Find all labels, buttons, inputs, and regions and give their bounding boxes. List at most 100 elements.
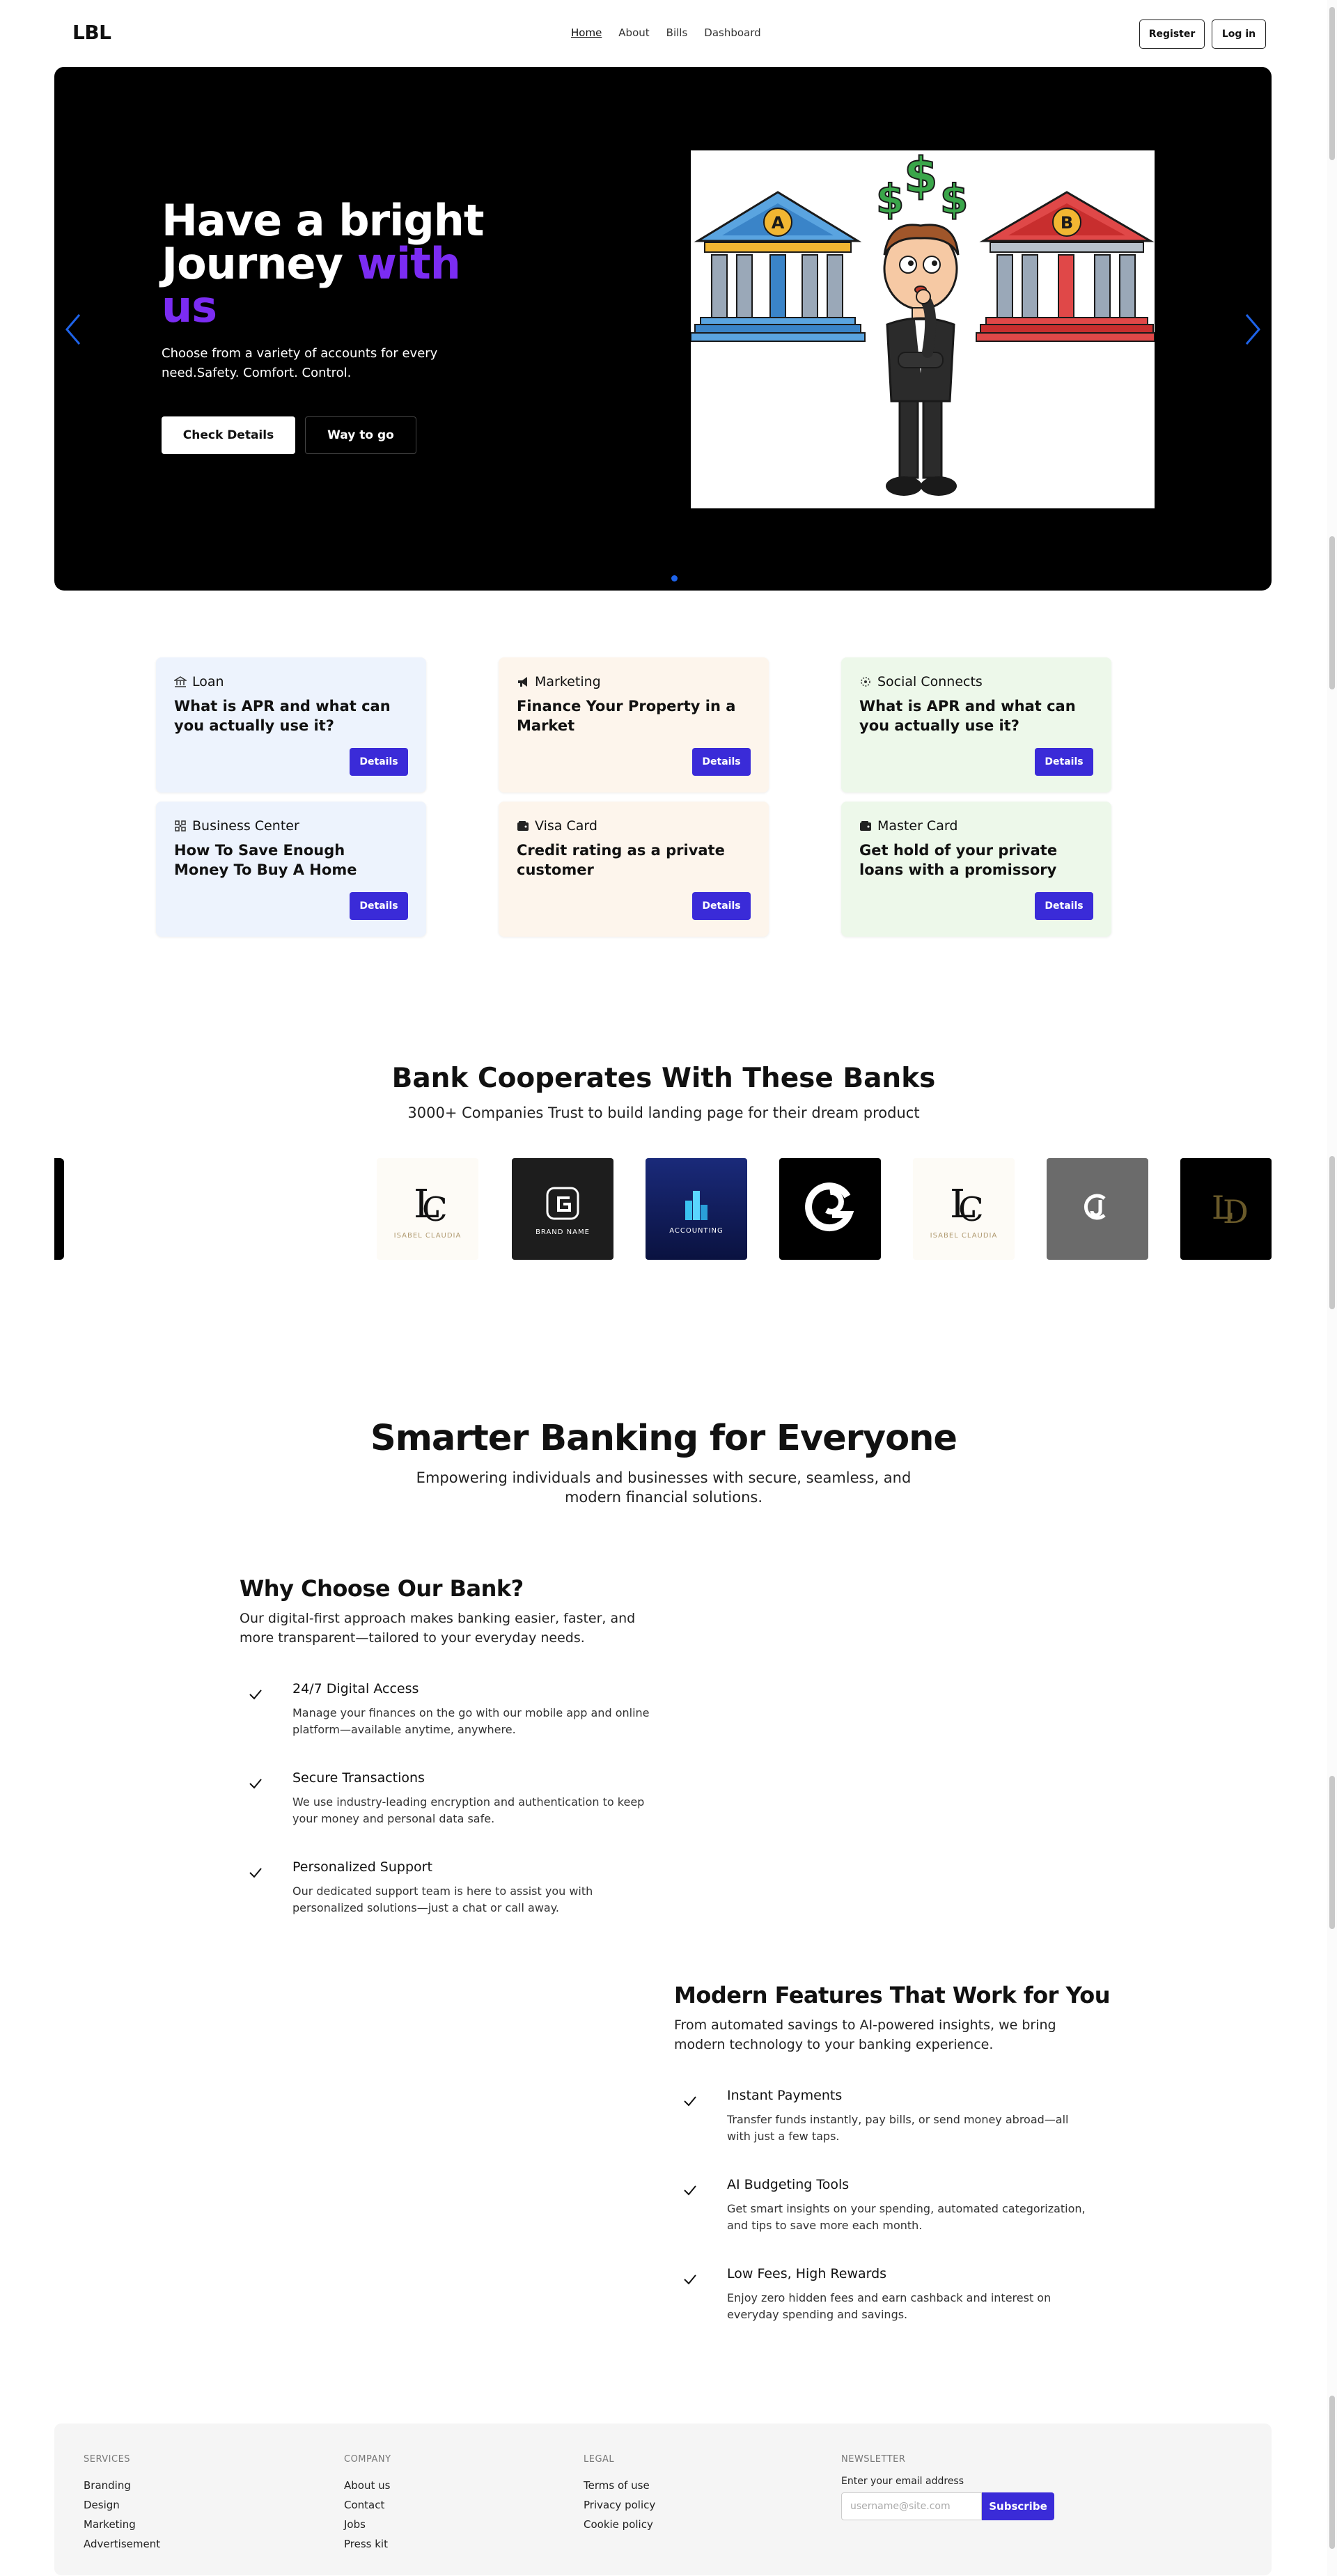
hero-title-highlight-2: us [162, 281, 217, 332]
service-card-master-card: Master Card Get hold of your private loa… [841, 802, 1111, 937]
details-button[interactable]: Details [350, 892, 408, 920]
scrollbar-thumb[interactable] [1329, 7, 1335, 160]
hero-title: Have a bright Journey with us [162, 199, 496, 329]
partner-logo-gs[interactable] [779, 1158, 881, 1260]
why-choose-text: Our digital-first approach makes banking… [240, 1611, 636, 1646]
ic-monogram-icon: LC [950, 1182, 984, 1228]
brand-logo[interactable]: LBL [72, 21, 111, 44]
register-button[interactable]: Register [1139, 19, 1205, 49]
details-button[interactable]: Details [692, 892, 751, 920]
feature-desc: We use industry-leading encryption and a… [292, 1795, 645, 1825]
partner-logo-caption: ISABEL CLAUDIA [393, 1231, 462, 1240]
partner-logo-partial [54, 1158, 64, 1260]
footer-heading: SERVICES [84, 2454, 131, 2465]
nav-link-dashboard[interactable]: Dashboard [704, 26, 760, 39]
card-title: Get hold of your private loans with a pr… [859, 842, 1058, 878]
partner-logo-cj[interactable] [1047, 1158, 1148, 1260]
page-scrollbar[interactable] [1327, 0, 1337, 2576]
wallet-icon [517, 821, 529, 831]
card-tag-label: Marketing [535, 674, 601, 689]
card-tag-label: Loan [192, 674, 224, 689]
service-card-loan: Loan What is APR and what can you actual… [156, 657, 426, 793]
check-icon [684, 2274, 696, 2285]
details-button[interactable]: Details [350, 748, 408, 776]
wallet-icon [860, 821, 871, 831]
partner-logo-isabel-claudia-2[interactable]: LC ISABEL CLAUDIA [913, 1158, 1015, 1260]
card-title: Credit rating as a private customer [517, 842, 725, 878]
nav-link-about[interactable]: About [618, 26, 649, 39]
scrollbar-segment [1329, 1156, 1335, 1309]
banks-section-subtitle: 3000+ Companies Trust to build landing p… [407, 1104, 920, 1121]
hero-title-highlight: with [357, 238, 461, 289]
card-title: Finance Your Property in a Market [517, 698, 736, 734]
svg-text:D: D [1223, 1193, 1249, 1231]
partner-logo-brand-name[interactable]: BRAND NAME [512, 1158, 613, 1260]
bank-icon [174, 676, 187, 687]
card-tag: Loan [174, 674, 408, 689]
card-tag-label: Social Connects [877, 674, 983, 689]
check-icon [684, 2096, 696, 2107]
feature-desc: Our dedicated support team is here to as… [292, 1884, 593, 1914]
footer-link[interactable]: Contact [344, 2495, 391, 2515]
nav-link-bills[interactable]: Bills [666, 26, 688, 39]
ld-monogram-icon: LD [1212, 1189, 1249, 1231]
footer-link[interactable]: Cookie policy [584, 2515, 655, 2534]
nav-link-home[interactable]: Home [571, 26, 602, 39]
carousel-dot-active[interactable] [671, 575, 678, 581]
smarter-banking-title: Smarter Banking for Everyone [370, 1418, 957, 1459]
partner-logo-caption: ISABEL CLAUDIA [930, 1231, 998, 1240]
card-tag-label: Business Center [192, 818, 299, 834]
details-button[interactable]: Details [1035, 892, 1093, 920]
dollar-signs-illustration: $ $ $ [875, 146, 969, 224]
login-button[interactable]: Log in [1212, 19, 1266, 49]
bank-a-illustration: A [690, 191, 866, 342]
feature-title: 24/7 Digital Access [292, 1681, 419, 1696]
service-card-marketing: Marketing Finance Your Property in a Mar… [499, 657, 769, 793]
card-tag-label: Visa Card [535, 818, 597, 834]
bank-a-label: A [772, 213, 785, 233]
footer-link[interactable]: Branding [84, 2476, 160, 2495]
modern-features-text: From automated savings to AI-powered ins… [674, 2017, 1056, 2052]
newsletter-email-input[interactable]: username@site.com [841, 2492, 982, 2520]
check-icon [249, 1689, 262, 1700]
partner-logo-accounting[interactable]: ACCOUNTING [646, 1158, 747, 1260]
service-card-business-center: Business Center How To Save Enough Money… [156, 802, 426, 937]
card-tag: Social Connects [859, 674, 1093, 689]
card-tag: Business Center [174, 818, 408, 834]
feature-title: AI Budgeting Tools [727, 2177, 850, 2192]
card-title: What is APR and what can you actually us… [174, 698, 391, 734]
footer-heading: NEWSLETTER [841, 2454, 906, 2465]
details-button[interactable]: Details [1035, 748, 1093, 776]
business-icon [175, 820, 186, 832]
partner-logo-caption: ACCOUNTING [669, 1226, 724, 1235]
footer-link[interactable]: Design [84, 2495, 160, 2515]
carousel-next-arrow-icon[interactable] [1241, 312, 1265, 347]
partner-logo-ld[interactable]: LD [1180, 1158, 1272, 1260]
card-tag-label: Master Card [877, 818, 958, 834]
footer-link[interactable]: Press kit [344, 2534, 391, 2554]
feature-desc: Get smart insights on your spending, aut… [727, 2202, 1086, 2232]
carousel-prev-arrow-icon[interactable] [61, 312, 85, 347]
megaphone-icon [518, 677, 527, 687]
subscribe-button[interactable]: Subscribe [982, 2492, 1054, 2520]
way-to-go-button[interactable]: Way to go [305, 416, 416, 454]
footer-link[interactable]: Terms of use [584, 2476, 655, 2495]
network-icon [861, 677, 870, 687]
footer-link[interactable]: About us [344, 2476, 391, 2495]
check-details-button[interactable]: Check Details [162, 416, 295, 454]
check-icon [684, 2185, 696, 2196]
check-icon [249, 1779, 262, 1789]
g-monogram-icon [546, 1187, 579, 1219]
newsletter-label: Enter your email address [841, 2476, 964, 2487]
footer-link[interactable]: Marketing [84, 2515, 160, 2534]
details-button[interactable]: Details [692, 748, 751, 776]
partner-logo-isabel-claudia[interactable]: LC ISABEL CLAUDIA [377, 1158, 478, 1260]
check-icon [249, 1868, 262, 1878]
footer-link[interactable]: Privacy policy [584, 2495, 655, 2515]
why-choose-title: Why Choose Our Bank? [240, 1575, 524, 1602]
feature-title: Low Fees, High Rewards [727, 2266, 887, 2281]
bar-chart-logo-icon [685, 1190, 707, 1220]
footer-link[interactable]: Advertisement [84, 2534, 160, 2554]
bank-b-illustration: B [976, 191, 1155, 342]
footer-link[interactable]: Jobs [344, 2515, 391, 2534]
